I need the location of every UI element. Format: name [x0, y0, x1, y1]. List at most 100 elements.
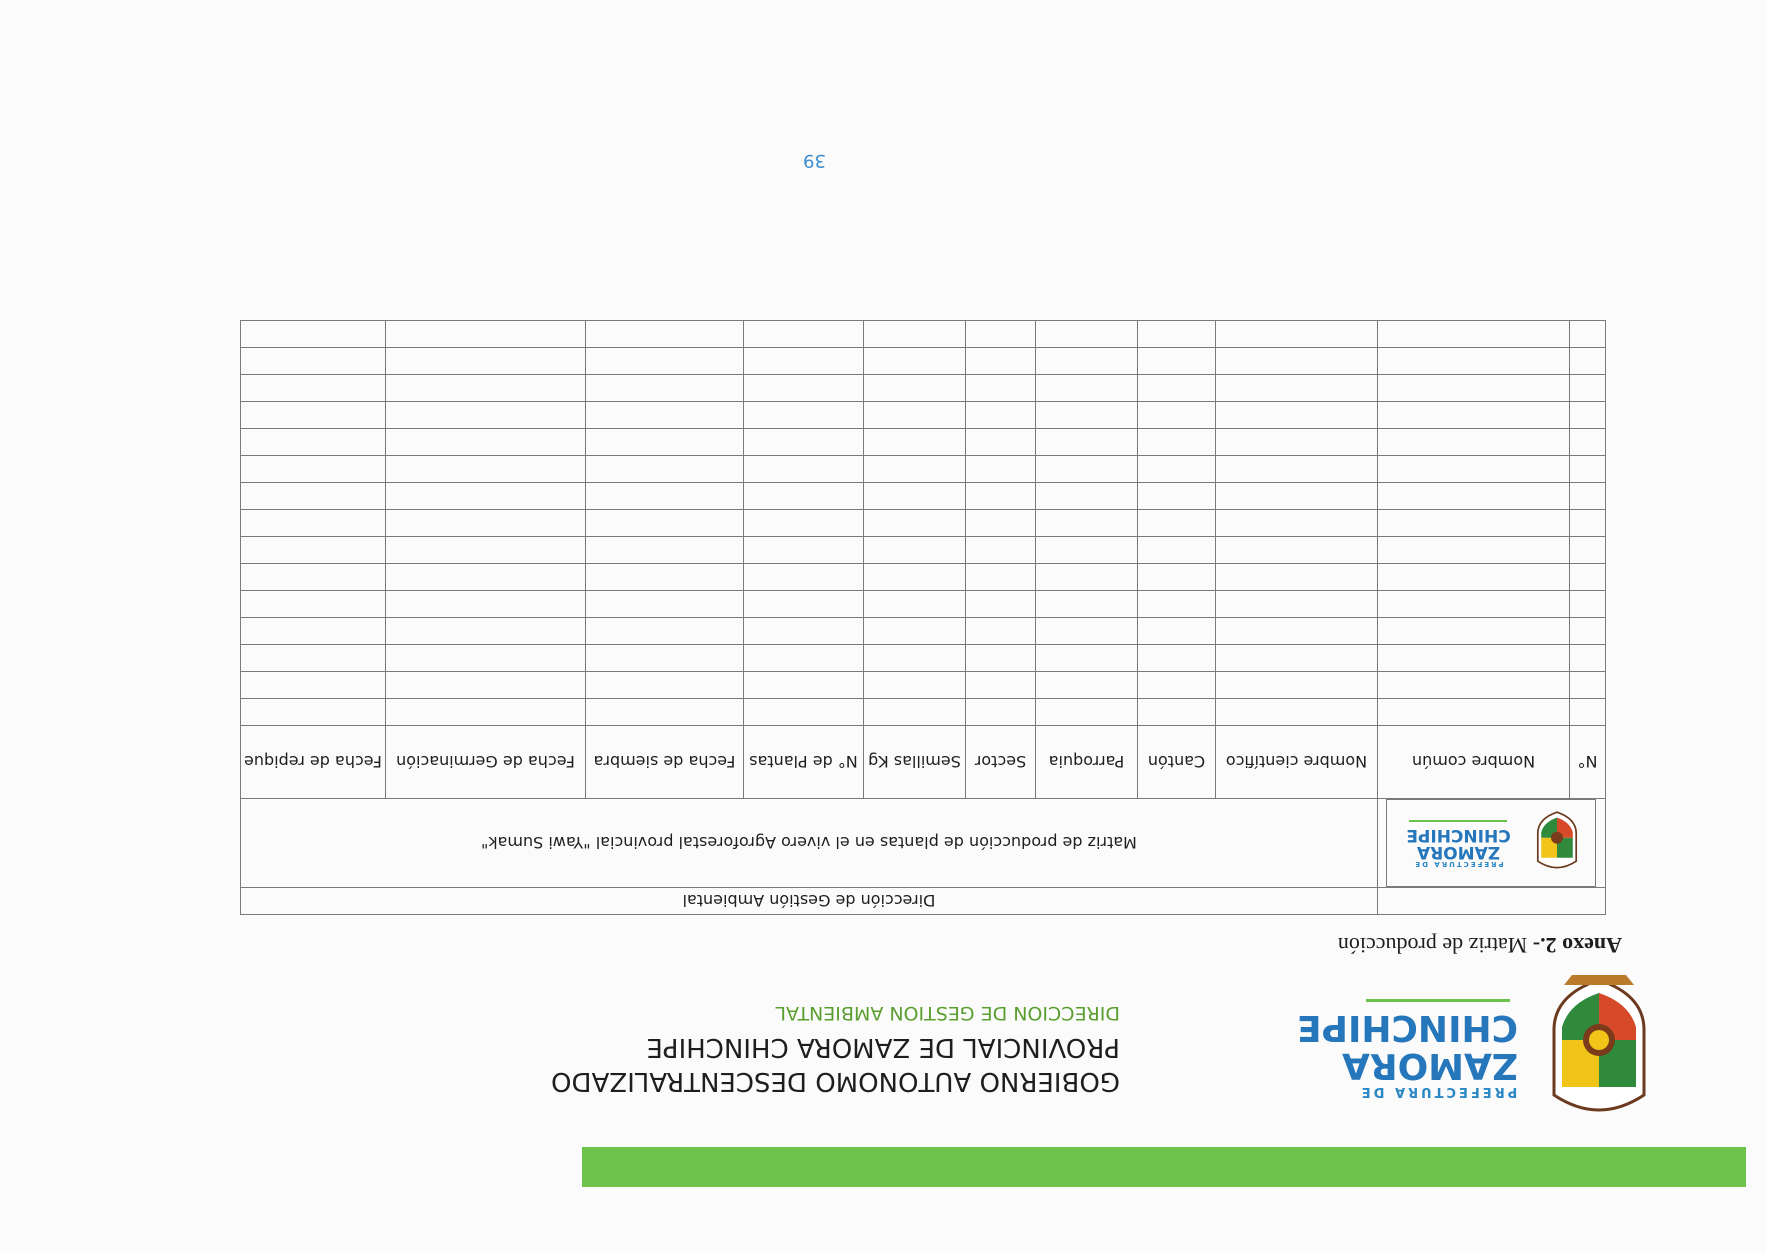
table-cell[interactable] [965, 482, 1036, 510]
table-cell[interactable] [863, 455, 966, 483]
table-cell[interactable] [965, 374, 1036, 402]
table-cell[interactable] [743, 536, 864, 564]
table-cell[interactable] [385, 644, 586, 672]
table-cell[interactable] [385, 320, 586, 348]
table-cell[interactable] [240, 590, 386, 618]
table-cell[interactable] [965, 563, 1036, 591]
table-cell[interactable] [1137, 563, 1216, 591]
table-cell[interactable] [1035, 320, 1138, 348]
table-cell[interactable] [1215, 347, 1378, 375]
table-cell[interactable] [1137, 482, 1216, 510]
table-cell[interactable] [1215, 455, 1378, 483]
table-cell[interactable] [385, 509, 586, 537]
table-cell[interactable] [965, 455, 1036, 483]
table-cell[interactable] [1035, 698, 1138, 726]
table-cell[interactable] [1569, 347, 1606, 375]
table-cell[interactable] [240, 509, 386, 537]
table-cell[interactable] [863, 671, 966, 699]
table-cell[interactable] [965, 644, 1036, 672]
table-cell[interactable] [385, 563, 586, 591]
table-cell[interactable] [1377, 671, 1570, 699]
table-cell[interactable] [965, 590, 1036, 618]
table-cell[interactable] [585, 320, 744, 348]
table-cell[interactable] [1215, 428, 1378, 456]
table-cell[interactable] [1215, 617, 1378, 645]
table-cell[interactable] [863, 563, 966, 591]
table-cell[interactable] [385, 374, 586, 402]
table-cell[interactable] [863, 401, 966, 429]
table-cell[interactable] [1215, 482, 1378, 510]
table-cell[interactable] [240, 644, 386, 672]
table-cell[interactable] [863, 320, 966, 348]
table-cell[interactable] [1569, 401, 1606, 429]
table-cell[interactable] [1035, 401, 1138, 429]
table-cell[interactable] [1137, 374, 1216, 402]
table-cell[interactable] [585, 347, 744, 375]
table-cell[interactable] [1035, 536, 1138, 564]
table-cell[interactable] [1377, 509, 1570, 537]
table-cell[interactable] [743, 563, 864, 591]
table-cell[interactable] [1569, 698, 1606, 726]
table-cell[interactable] [743, 482, 864, 510]
table-cell[interactable] [965, 509, 1036, 537]
table-cell[interactable] [1035, 590, 1138, 618]
table-cell[interactable] [585, 374, 744, 402]
table-cell[interactable] [1215, 671, 1378, 699]
table-cell[interactable] [240, 671, 386, 699]
table-cell[interactable] [965, 671, 1036, 699]
table-cell[interactable] [743, 509, 864, 537]
table-cell[interactable] [585, 455, 744, 483]
table-cell[interactable] [1035, 347, 1138, 375]
table-cell[interactable] [385, 347, 586, 375]
table-cell[interactable] [585, 563, 744, 591]
table-cell[interactable] [863, 509, 966, 537]
table-cell[interactable] [240, 698, 386, 726]
table-cell[interactable] [863, 482, 966, 510]
table-cell[interactable] [1137, 644, 1216, 672]
table-cell[interactable] [1377, 401, 1570, 429]
table-cell[interactable] [1377, 347, 1570, 375]
table-cell[interactable] [965, 428, 1036, 456]
table-cell[interactable] [1137, 509, 1216, 537]
table-cell[interactable] [1569, 563, 1606, 591]
table-cell[interactable] [585, 698, 744, 726]
table-cell[interactable] [1137, 590, 1216, 618]
table-cell[interactable] [743, 401, 864, 429]
table-cell[interactable] [240, 374, 386, 402]
table-cell[interactable] [1377, 590, 1570, 618]
table-cell[interactable] [240, 482, 386, 510]
table-cell[interactable] [1137, 671, 1216, 699]
table-cell[interactable] [1035, 617, 1138, 645]
table-cell[interactable] [1377, 374, 1570, 402]
table-cell[interactable] [1377, 563, 1570, 591]
table-cell[interactable] [1215, 374, 1378, 402]
table-cell[interactable] [965, 536, 1036, 564]
table-cell[interactable] [743, 374, 864, 402]
table-cell[interactable] [743, 320, 864, 348]
table-cell[interactable] [743, 347, 864, 375]
table-cell[interactable] [585, 428, 744, 456]
table-cell[interactable] [1137, 698, 1216, 726]
table-cell[interactable] [1035, 455, 1138, 483]
table-cell[interactable] [863, 536, 966, 564]
table-cell[interactable] [1215, 590, 1378, 618]
table-cell[interactable] [585, 509, 744, 537]
table-cell[interactable] [385, 482, 586, 510]
table-cell[interactable] [863, 374, 966, 402]
table-cell[interactable] [585, 401, 744, 429]
table-cell[interactable] [1569, 671, 1606, 699]
table-cell[interactable] [1215, 698, 1378, 726]
table-cell[interactable] [1215, 644, 1378, 672]
table-cell[interactable] [1377, 617, 1570, 645]
table-cell[interactable] [1215, 401, 1378, 429]
table-cell[interactable] [743, 590, 864, 618]
table-cell[interactable] [743, 455, 864, 483]
table-cell[interactable] [863, 644, 966, 672]
table-cell[interactable] [1377, 455, 1570, 483]
table-cell[interactable] [1035, 563, 1138, 591]
table-cell[interactable] [965, 698, 1036, 726]
table-cell[interactable] [1569, 509, 1606, 537]
table-cell[interactable] [585, 671, 744, 699]
table-cell[interactable] [743, 698, 864, 726]
table-cell[interactable] [1215, 563, 1378, 591]
